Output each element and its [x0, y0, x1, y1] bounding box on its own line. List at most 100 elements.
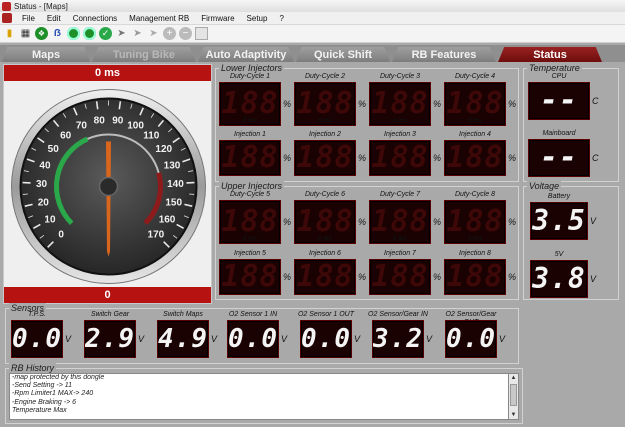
pin-disabled-icon[interactable]: ➤ [131, 27, 144, 40]
upper-injectors-duty-2-unit: % [358, 217, 367, 227]
menu-file[interactable]: File [16, 14, 41, 23]
sensor-3-unit: V [211, 334, 218, 344]
history-log[interactable]: -map protected by this dongle -Send Sett… [9, 373, 509, 420]
lower-injectors-injection-3-value: 188 [371, 140, 429, 175]
temperature-mainboard-unit: C [592, 153, 599, 163]
sensor-1-value: 0.0 [12, 324, 62, 354]
tab-rb-features-label: RB Features [411, 48, 477, 61]
gauge-tick-label: 50 [48, 144, 60, 155]
sensor-5-value: 0.0 [301, 324, 351, 354]
lower-injectors-duty-3-ms: 0 ms [393, 118, 407, 124]
scroll-down-icon[interactable]: ▼ [509, 411, 518, 419]
menu-edit[interactable]: Edit [41, 14, 67, 23]
gauge-tick-label: 10 [44, 215, 56, 226]
temperature-title: Temperature [527, 63, 582, 73]
resize-icon[interactable] [195, 27, 208, 40]
lower-injectors-duty-4-value: 188 [446, 86, 504, 121]
check-icon[interactable]: ✓ [99, 27, 112, 40]
sensor-2-label: Switch Gear [90, 311, 130, 318]
upper-injectors-title: Upper Injectors [219, 181, 285, 191]
temperature-cpu-value: -- [539, 83, 579, 118]
lower-injectors-injection-4-label: Injection 4 [459, 131, 491, 138]
tab-quick-shift[interactable]: Quick Shift [296, 47, 390, 62]
bluetooth-icon[interactable]: ẞ [51, 27, 64, 40]
scroll-up-icon[interactable]: ▲ [509, 374, 518, 382]
upper-injectors-injection-4-value: 188 [446, 259, 504, 294]
sensor-3-display: 4.9 [157, 320, 209, 358]
upper-injectors-injection-4-unit: % [508, 272, 517, 282]
tab-maps-label: Maps [31, 48, 61, 61]
gauge-hub [98, 176, 119, 197]
lower-injectors-injection-1-label: Injection 1 [234, 131, 266, 138]
upper-injectors-duty-4-ms: 0 ms [468, 236, 482, 242]
window-title: Status - [Maps] [14, 1, 68, 11]
temperature-cpu-unit: C [592, 96, 599, 106]
injection-time-readout: 0 ms [4, 65, 211, 81]
upper-injectors-duty-1-label: Duty-Cycle 5 [229, 191, 271, 198]
pin-gray-icon[interactable]: ➤ [147, 27, 160, 40]
pin-icon[interactable]: ➤ [115, 27, 128, 40]
tab-status-label: Status [533, 48, 567, 61]
tab-tuning-bike[interactable]: Tuning Bike [92, 47, 196, 62]
minus-icon[interactable]: − [179, 27, 192, 40]
upper-injectors-duty-3-ms: 0 ms [393, 236, 407, 242]
save-icon[interactable]: ▦ [19, 27, 32, 40]
menu-firmware[interactable]: Firmware [195, 14, 240, 23]
upper-injectors-injection-4-label: Injection 8 [459, 250, 491, 257]
lower-injectors-injection-1-unit: % [283, 153, 292, 163]
tab-maps[interactable]: Maps [2, 47, 90, 62]
upper-injectors-duty-1-unit: % [283, 217, 292, 227]
sensor-7-display: 0.0 [445, 320, 497, 358]
lower-injectors-duty-3-label: Duty-Cycle 3 [379, 73, 421, 80]
voltage-5v-value: 3.8 [532, 262, 586, 295]
history-scrollbar[interactable]: ▲ ▼ [509, 373, 519, 420]
sensor-2-display: 2.9 [84, 320, 136, 358]
menu-help[interactable]: ? [273, 14, 289, 23]
temperature-mainboard-display: -- [528, 139, 590, 177]
lower-injectors-duty-3-unit: % [433, 99, 442, 109]
folder-icon[interactable]: ▮ [3, 27, 16, 40]
lower-injectors-injection-4-display: 188 [444, 140, 506, 176]
sensor-1-display: 0.0 [11, 320, 63, 358]
tab-rb-features[interactable]: RB Features [392, 47, 496, 62]
lower-injectors-duty-2-label: Duty-Cycle 2 [304, 73, 346, 80]
upper-injectors-injection-1-value: 188 [221, 259, 279, 294]
upper-injectors-duty-1-value: 188 [221, 204, 279, 239]
sensor-4-display: 0.0 [227, 320, 279, 358]
tab-quick-shift-label: Quick Shift [313, 48, 373, 61]
history-line: -map protected by this dongle [12, 374, 105, 381]
lower-injectors-duty-2-ms: 0 ms [318, 118, 332, 124]
gauge-tick-label: 150 [165, 197, 182, 208]
sensor-5-unit: V [354, 334, 361, 344]
plus-icon[interactable]: + [163, 27, 176, 40]
upper-injectors-injection-1-unit: % [283, 272, 292, 282]
usb-icon[interactable]: ❖ [35, 27, 48, 40]
gauge-tick-label: 70 [76, 121, 88, 132]
sensor-1-label: T.P.S. [28, 311, 46, 318]
lower-injectors-duty-2-value: 188 [296, 86, 354, 121]
menu-management-rb[interactable]: Management RB [123, 14, 195, 23]
history-line: -Send Setting -> 11 [12, 382, 72, 390]
tab-status[interactable]: Status [498, 47, 602, 62]
lower-injectors-duty-1-ms: 0 ms [243, 118, 257, 124]
menu-connections[interactable]: Connections [67, 14, 123, 23]
menu-setup[interactable]: Setup [241, 14, 274, 23]
upper-injectors-injection-4-display: 188 [444, 259, 506, 295]
lower-injectors-title: Lower Injectors [219, 63, 285, 73]
scroll-thumb[interactable] [510, 384, 517, 406]
gauge-value-readout: 0 [4, 287, 211, 303]
lower-injectors-duty-3-value: 188 [371, 86, 429, 121]
rpm-gauge: 010 20 30 40 5060 70 80 90 100110 120 130 140 150 160… [11, 89, 206, 284]
tab-auto-adaptivity[interactable]: Auto Adaptivity [198, 47, 294, 62]
sensor-4-label: O2 Sensor 1 IN [228, 311, 278, 318]
app-menu-icon[interactable] [2, 13, 12, 23]
lower-injectors-injection-1-value: 188 [221, 140, 279, 175]
app-icon [2, 1, 11, 11]
lower-injectors-injection-1-display: 188 [219, 140, 281, 176]
usb-connect-icon[interactable] [67, 27, 80, 40]
title-bar: Status - [Maps] [0, 0, 625, 12]
history-line: -Engine Braking -> 6 [12, 398, 77, 406]
bluetooth-connect-icon[interactable] [83, 27, 96, 40]
voltage-battery-value: 3.5 [532, 204, 586, 237]
sensor-7-unit: V [499, 334, 506, 344]
